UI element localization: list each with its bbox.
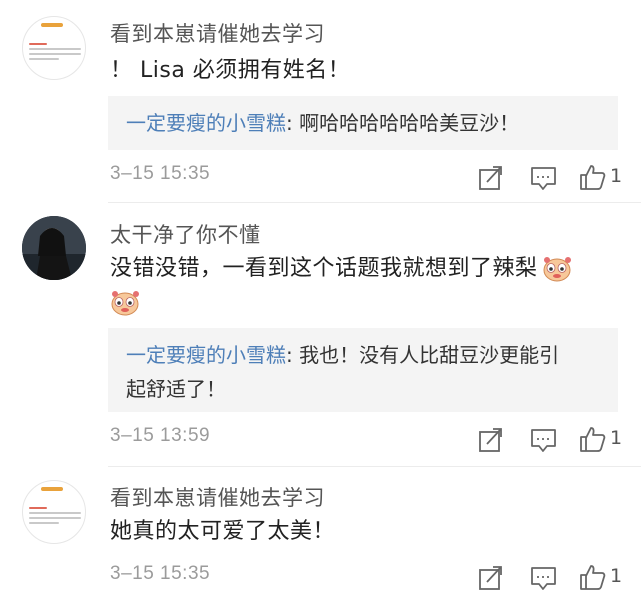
share-icon[interactable] — [475, 563, 507, 593]
comment-icon[interactable] — [528, 563, 560, 593]
comment-time: 3–15 15:35 — [110, 563, 211, 584]
comment-text: 她真的太可爱了太美！ — [110, 519, 336, 544]
comment-item: 看到本崽请催她去学习 她真的太可爱了太美！ 3–15 15:35 1 — [0, 0, 641, 596]
like-count: 1 — [610, 565, 623, 587]
avatar[interactable] — [22, 480, 86, 544]
comment-username[interactable]: 看到本崽请催她去学习 — [110, 482, 325, 512]
comment-footer: 3–15 15:35 1 — [110, 563, 623, 593]
thumbs-up-icon[interactable] — [577, 563, 609, 593]
